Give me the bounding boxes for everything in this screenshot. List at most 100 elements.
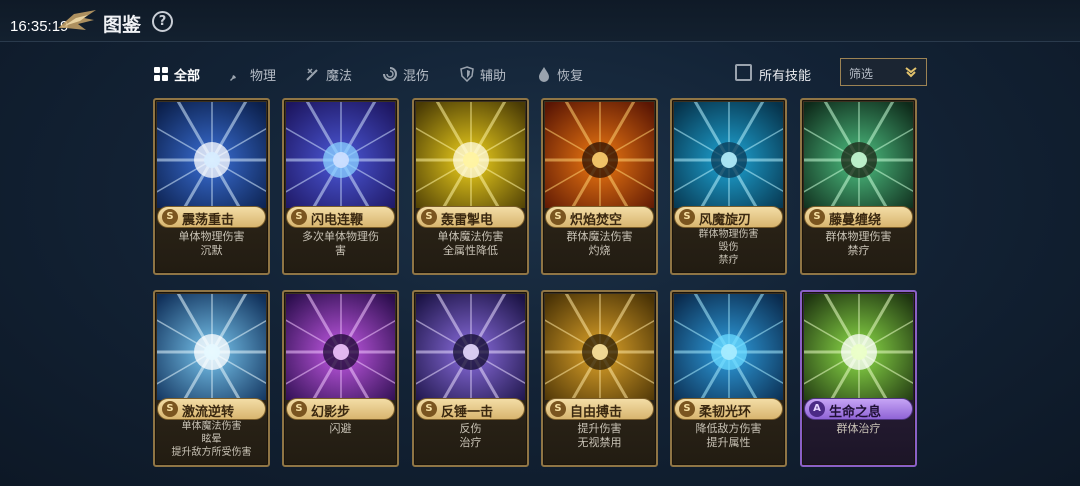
skill-description-line: 多次单体物理伤	[302, 230, 379, 243]
skill-description-line: 群体物理伤害	[825, 230, 892, 243]
page-title: 图鉴	[103, 14, 142, 36]
skill-description-line: 反伤	[459, 422, 482, 435]
skill-description-line: 害	[335, 244, 346, 257]
skill-description-line: 灼烧	[588, 244, 611, 257]
fighter-art	[545, 294, 654, 400]
skill-name: 炽焰焚空	[570, 213, 623, 228]
skill-description: 降低敌方伤害 提升属性	[672, 422, 785, 450]
skill-card[interactable]: S 激流逆转 单体魔法伤害 眩晕提升敌方所受伤害	[153, 290, 270, 467]
skill-description: 单体魔法伤害 全属性降低	[414, 230, 527, 258]
thunder-art	[416, 102, 525, 208]
wand-icon	[306, 68, 318, 81]
skill-description-line: 提升敌方所受伤害	[171, 447, 252, 458]
skill-name-plate: S 闪电连鞭	[286, 206, 395, 228]
skill-name-plate: S 幻影步	[286, 398, 395, 420]
rank-badge: S	[550, 209, 566, 225]
skill-name-plate: S 自由搏击	[545, 398, 654, 420]
skill-name: 柔韧光环	[699, 405, 752, 420]
skill-name: 藤蔓缠绕	[829, 213, 882, 228]
skill-card[interactable]: S 自由搏击 提升伤害 无视禁用	[541, 290, 658, 467]
tab-label: 辅助	[480, 68, 507, 84]
rank-badge: S	[421, 401, 437, 417]
skill-card[interactable]: S 闪电连鞭 多次单体物理伤害	[282, 98, 399, 275]
skill-description: 闪避	[284, 422, 397, 436]
skill-description: 群体物理伤害 毁伤 禁疗	[672, 228, 785, 267]
skill-card[interactable]: S 柔韧光环降低敌方伤害 提升属性	[670, 290, 787, 467]
rank-badge: S	[162, 401, 178, 417]
skill-description: 提升伤害 无视禁用	[543, 422, 656, 450]
lightning-whip-art	[286, 102, 395, 208]
skill-card[interactable]: S 幻影步闪避	[282, 290, 399, 467]
skill-description-line: 群体物理伤害	[698, 229, 759, 240]
skill-name: 激流逆转	[182, 405, 235, 420]
skill-name: 轰雷掣电	[441, 213, 494, 228]
tab-physical[interactable]: 物理	[229, 64, 276, 84]
tab-label: 混伤	[403, 68, 430, 84]
rank-badge: S	[550, 401, 566, 417]
skill-description: 单体物理伤害 沉默	[155, 230, 268, 258]
life-art	[804, 294, 913, 400]
shield-icon	[460, 66, 474, 82]
grid-icon	[154, 67, 168, 81]
rank-badge: S	[679, 401, 695, 417]
skill-card[interactable]: S 炽焰焚空群体魔法伤害 灼烧	[541, 98, 658, 275]
top-bar: 16:35:19 图鉴 ?	[0, 0, 1080, 42]
chevron-down-icon	[905, 67, 917, 78]
all-skills-checkbox[interactable]	[735, 64, 752, 81]
skill-card[interactable]: S 藤蔓缠绕 群体物理伤害 禁疗	[800, 98, 917, 275]
skill-description-line: 单体魔法伤害	[437, 230, 504, 243]
tab-mixed[interactable]: 混伤	[382, 64, 429, 84]
filter-select[interactable]: 筛选	[840, 58, 927, 86]
skill-description-line: 禁疗	[847, 244, 870, 257]
skill-description-line: 治疗	[459, 436, 482, 449]
help-icon[interactable]: ?	[152, 11, 173, 32]
skill-description-line: 降低敌方伤害	[695, 422, 762, 435]
skill-card[interactable]: A 生命之息群体治疗	[800, 290, 917, 467]
skill-card[interactable]: S 风魔旋刃 群体物理伤害 毁伤 禁疗	[670, 98, 787, 275]
tab-all[interactable]: 全部	[153, 64, 200, 84]
tab-support[interactable]: 辅助	[459, 64, 506, 84]
skill-name-plate: S 反锤一击	[416, 398, 525, 420]
all-skills-label: 所有技能	[759, 69, 812, 84]
skill-description: 单体魔法伤害 眩晕提升敌方所受伤害	[155, 420, 268, 459]
vine-art	[804, 102, 913, 208]
back-emblem-icon[interactable]	[56, 6, 98, 36]
skill-name-plate: S 轰雷掣电	[416, 206, 525, 228]
filter-select-value: 筛选	[849, 67, 874, 81]
tab-label: 恢复	[557, 68, 584, 84]
skill-description-line: 无视禁用	[577, 436, 622, 449]
rank-badge: S	[421, 209, 437, 225]
skill-description-line: 提升伤害	[577, 422, 622, 435]
tab-recovery[interactable]: 恢复	[536, 64, 583, 84]
skill-card[interactable]: S 震荡重击 单体物理伤害 沉默	[153, 98, 270, 275]
skill-name-plate: S 藤蔓缠绕	[804, 206, 913, 228]
skill-name-plate: S 炽焰焚空	[545, 206, 654, 228]
skill-description: 群体物理伤害 禁疗	[802, 230, 915, 258]
rank-badge: S	[679, 209, 695, 225]
skill-card[interactable]: S 反锤一击反伤 治疗	[412, 290, 529, 467]
phantom-art	[286, 294, 395, 400]
wind-blade-art	[674, 102, 783, 208]
skill-name-plate: A 生命之息	[804, 398, 913, 420]
skill-name: 闪电连鞭	[311, 213, 364, 228]
drop-icon	[539, 67, 549, 82]
skill-description-line: 沉默	[200, 244, 223, 257]
tab-magic[interactable]: 魔法	[305, 64, 352, 84]
skill-description-line: 毁伤	[718, 242, 739, 253]
skill-description-line: 单体魔法伤害	[181, 421, 242, 432]
counter-art	[416, 294, 525, 400]
skill-name-plate: S 柔韧光环	[674, 398, 783, 420]
skill-description: 群体治疗	[802, 422, 915, 436]
skill-description-line: 群体魔法伤害	[566, 230, 633, 243]
skill-description-line: 群体治疗	[836, 422, 881, 435]
skill-description-line: 眩晕	[201, 434, 222, 445]
skill-description: 多次单体物理伤害	[284, 230, 397, 258]
skill-name: 风魔旋刃	[699, 213, 752, 228]
skill-name-plate: S 激流逆转	[157, 398, 266, 420]
skill-description: 反伤 治疗	[414, 422, 527, 450]
skill-description-line: 闪避	[329, 422, 352, 435]
skill-description-line: 单体物理伤害	[178, 230, 245, 243]
skill-card[interactable]: S 轰雷掣电单体魔法伤害 全属性降低	[412, 98, 529, 275]
skill-name: 反锤一击	[441, 405, 494, 420]
skill-name-plate: S 风魔旋刃	[674, 206, 783, 228]
